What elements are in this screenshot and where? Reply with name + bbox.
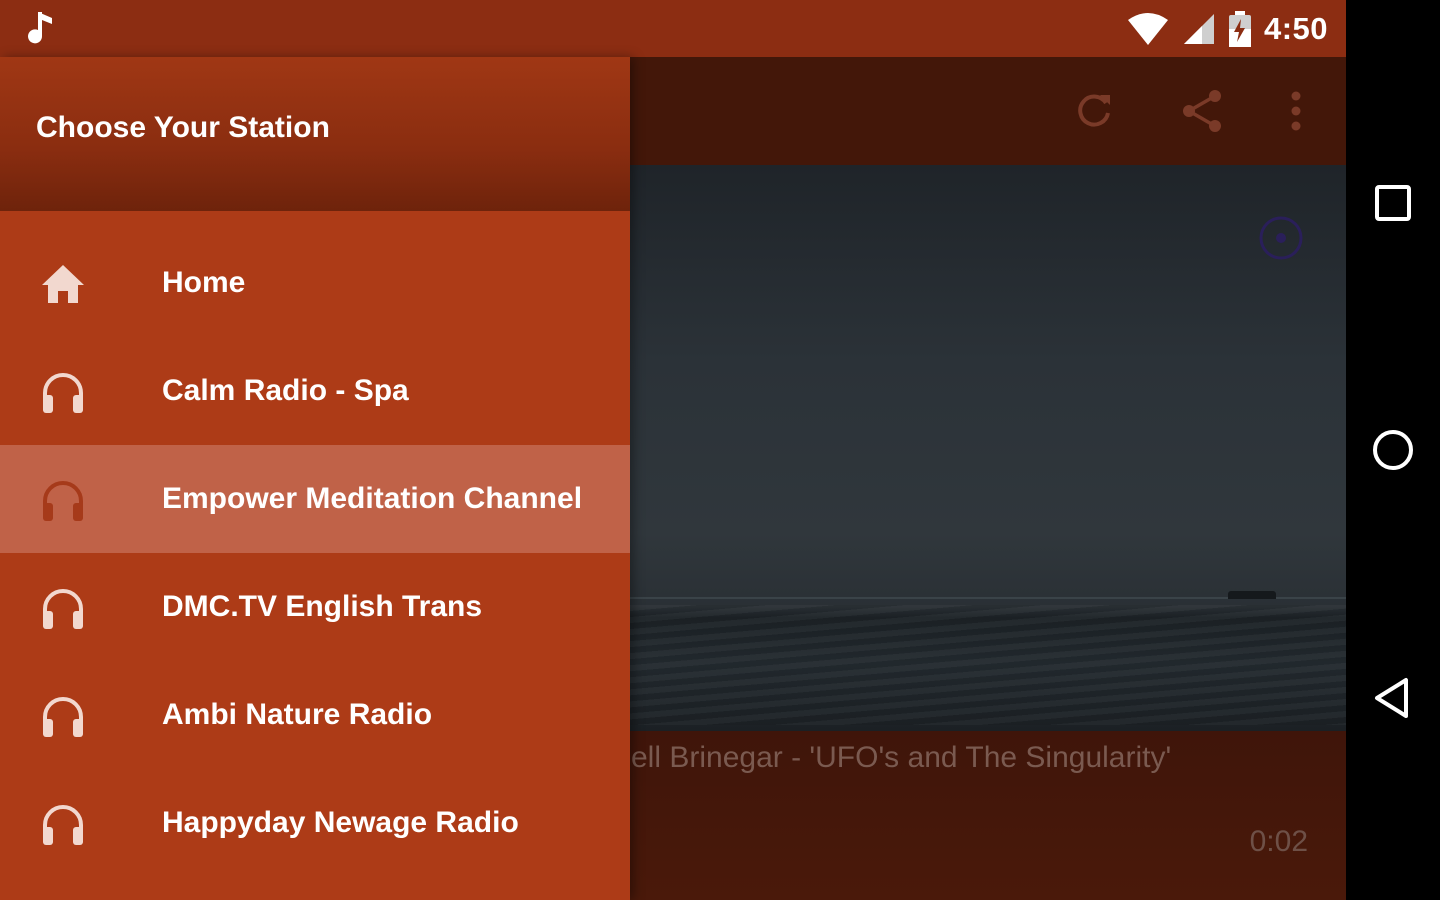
headphones-icon [43,805,83,845]
more-vert-icon[interactable] [1270,85,1322,137]
menu-item-empower-meditation-channel[interactable]: Empower Meditation Channel [0,445,630,553]
headphones-icon [43,697,83,737]
share-icon[interactable] [1176,85,1228,137]
recents-square-icon[interactable] [1368,178,1418,228]
menu-item-label: DMC.TV English Trans [162,590,483,623]
home-icon [42,265,84,303]
app-content: sell Brinegar - 'UFO's and The Singulari… [0,57,1346,900]
menu-item-calm-radio-spa[interactable]: Calm Radio - Spa [0,337,630,445]
headphones-icon [43,589,83,629]
menu-item-label: Empower Meditation Channel [162,482,583,515]
menu-item-label: Happyday Newage Radio [162,806,519,839]
now-playing-bar: sell Brinegar - 'UFO's and The Singulari… [630,731,1346,900]
circle-target-icon[interactable] [1258,215,1304,261]
track-title: sell Brinegar - 'UFO's and The Singulari… [630,741,1172,774]
refresh-icon[interactable] [1068,85,1120,137]
menu-item-label: Ambi Nature Radio [162,698,433,731]
menu-item-happyday-newage-radio[interactable]: Happyday Newage Radio [0,769,630,877]
music-note-icon [28,12,52,44]
menu-item-ambi-nature-radio[interactable]: Ambi Nature Radio [0,661,630,769]
menu-item-dmc-tv-english-trans[interactable]: DMC.TV English Trans [0,553,630,661]
wifi-icon [1127,13,1168,45]
drawer-title: Choose Your Station [36,111,330,144]
toolbar [630,57,1346,165]
navigation-drawer: Choose Your Station Home Calm Radio - Sp… [0,57,630,900]
ship-silhouette [1228,591,1276,599]
battery-charging-icon [1228,11,1251,47]
elapsed-time: 0:02 [1249,825,1308,858]
drawer-header: Choose Your Station [0,57,630,211]
menu-item-home[interactable]: Home [0,229,630,337]
menu-item-label: Calm Radio - Spa [162,374,409,407]
headphones-icon [43,481,83,521]
sea-waves [630,605,1346,725]
home-circle-icon[interactable] [1368,425,1418,475]
menu-item-label: Home [162,266,246,299]
back-triangle-icon[interactable] [1368,673,1418,723]
headphones-icon [43,373,83,413]
signal-icon [1183,14,1214,44]
status-bar: 4:50 [0,0,1346,57]
video-area[interactable] [630,165,1346,731]
main-player: sell Brinegar - 'UFO's and The Singulari… [630,57,1346,900]
station-menu: Home Calm Radio - Spa Empower Meditation… [0,229,630,877]
status-time: 4:50 [1263,11,1328,46]
system-nav-bar [1346,0,1440,900]
